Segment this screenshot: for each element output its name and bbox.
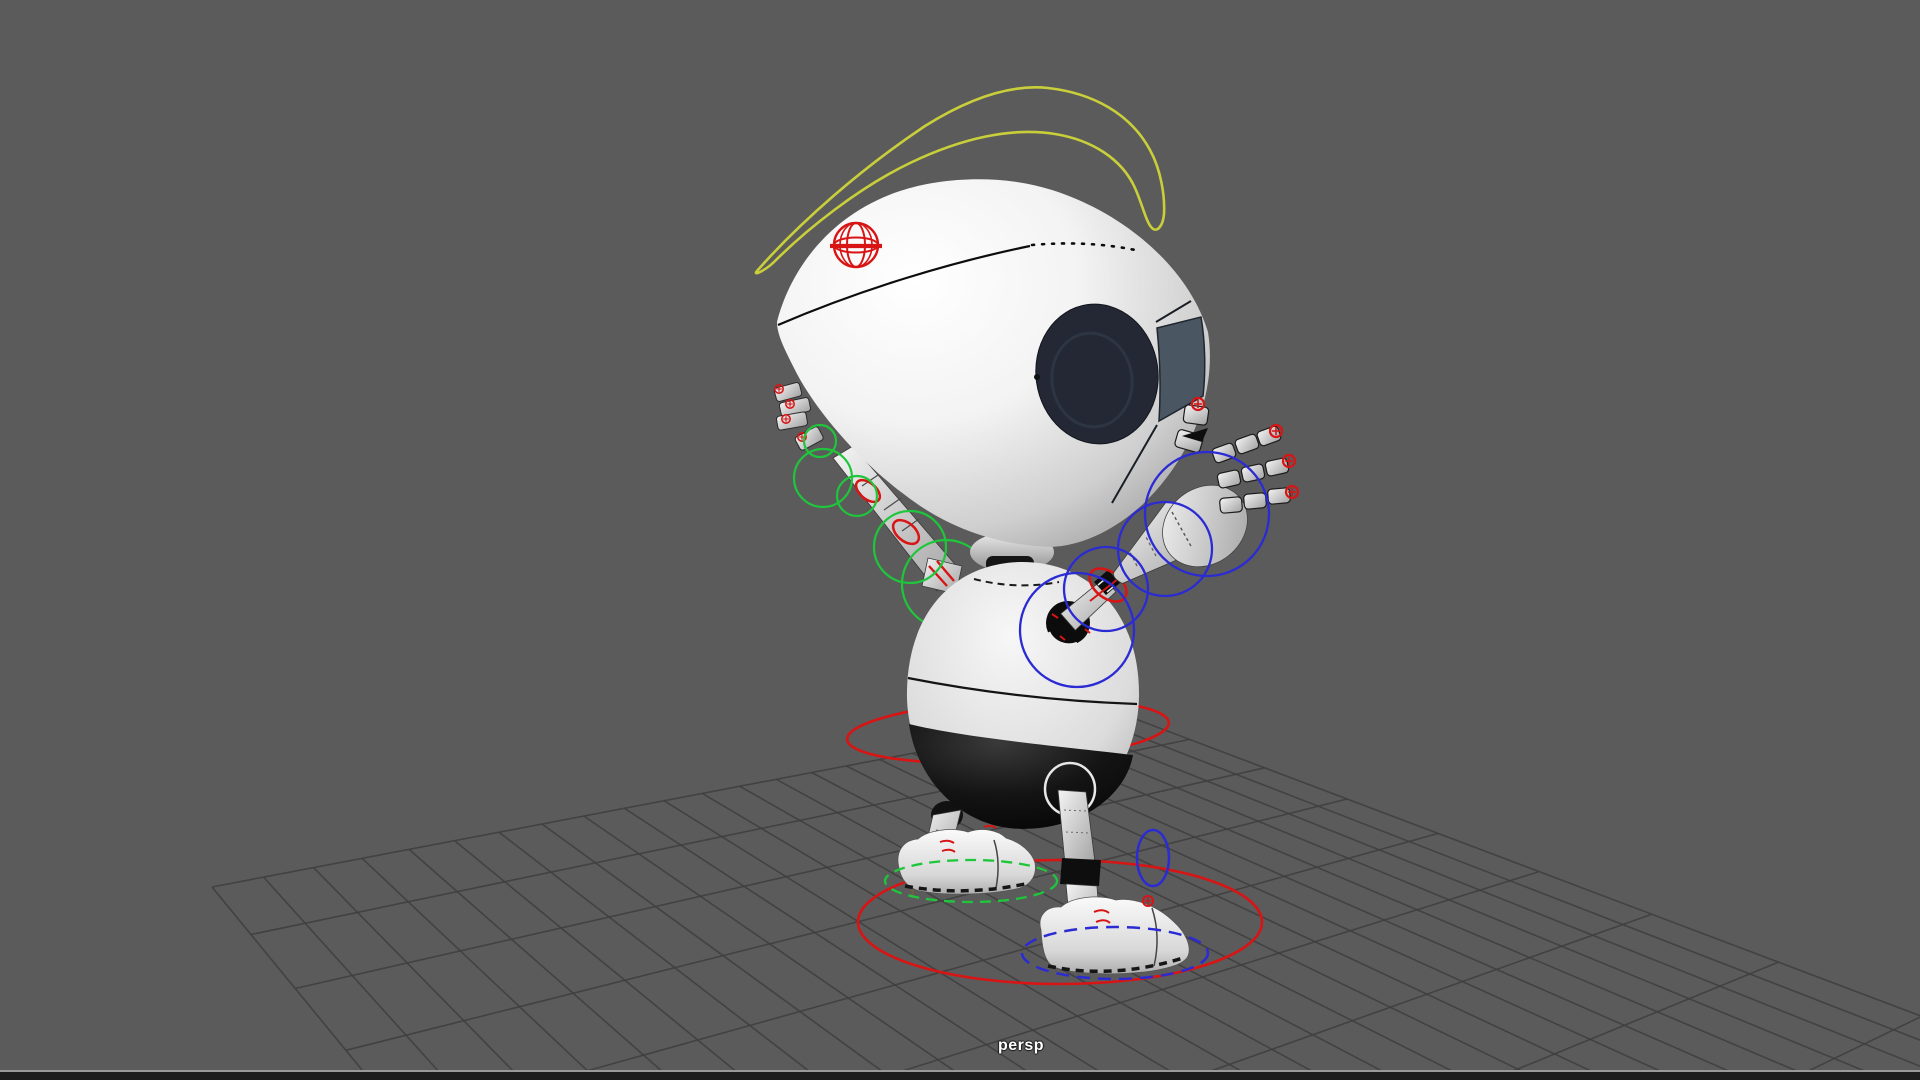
right-knee-joint: [1060, 858, 1101, 886]
knee-pole-vector-control[interactable]: [1135, 828, 1171, 888]
right-boot[interactable]: [1039, 894, 1190, 975]
camera-name-label: persp: [997, 1037, 1045, 1054]
panel-bottom-edge: [0, 1070, 1920, 1080]
perspective-viewport[interactable]: persp: [0, 0, 1920, 1080]
